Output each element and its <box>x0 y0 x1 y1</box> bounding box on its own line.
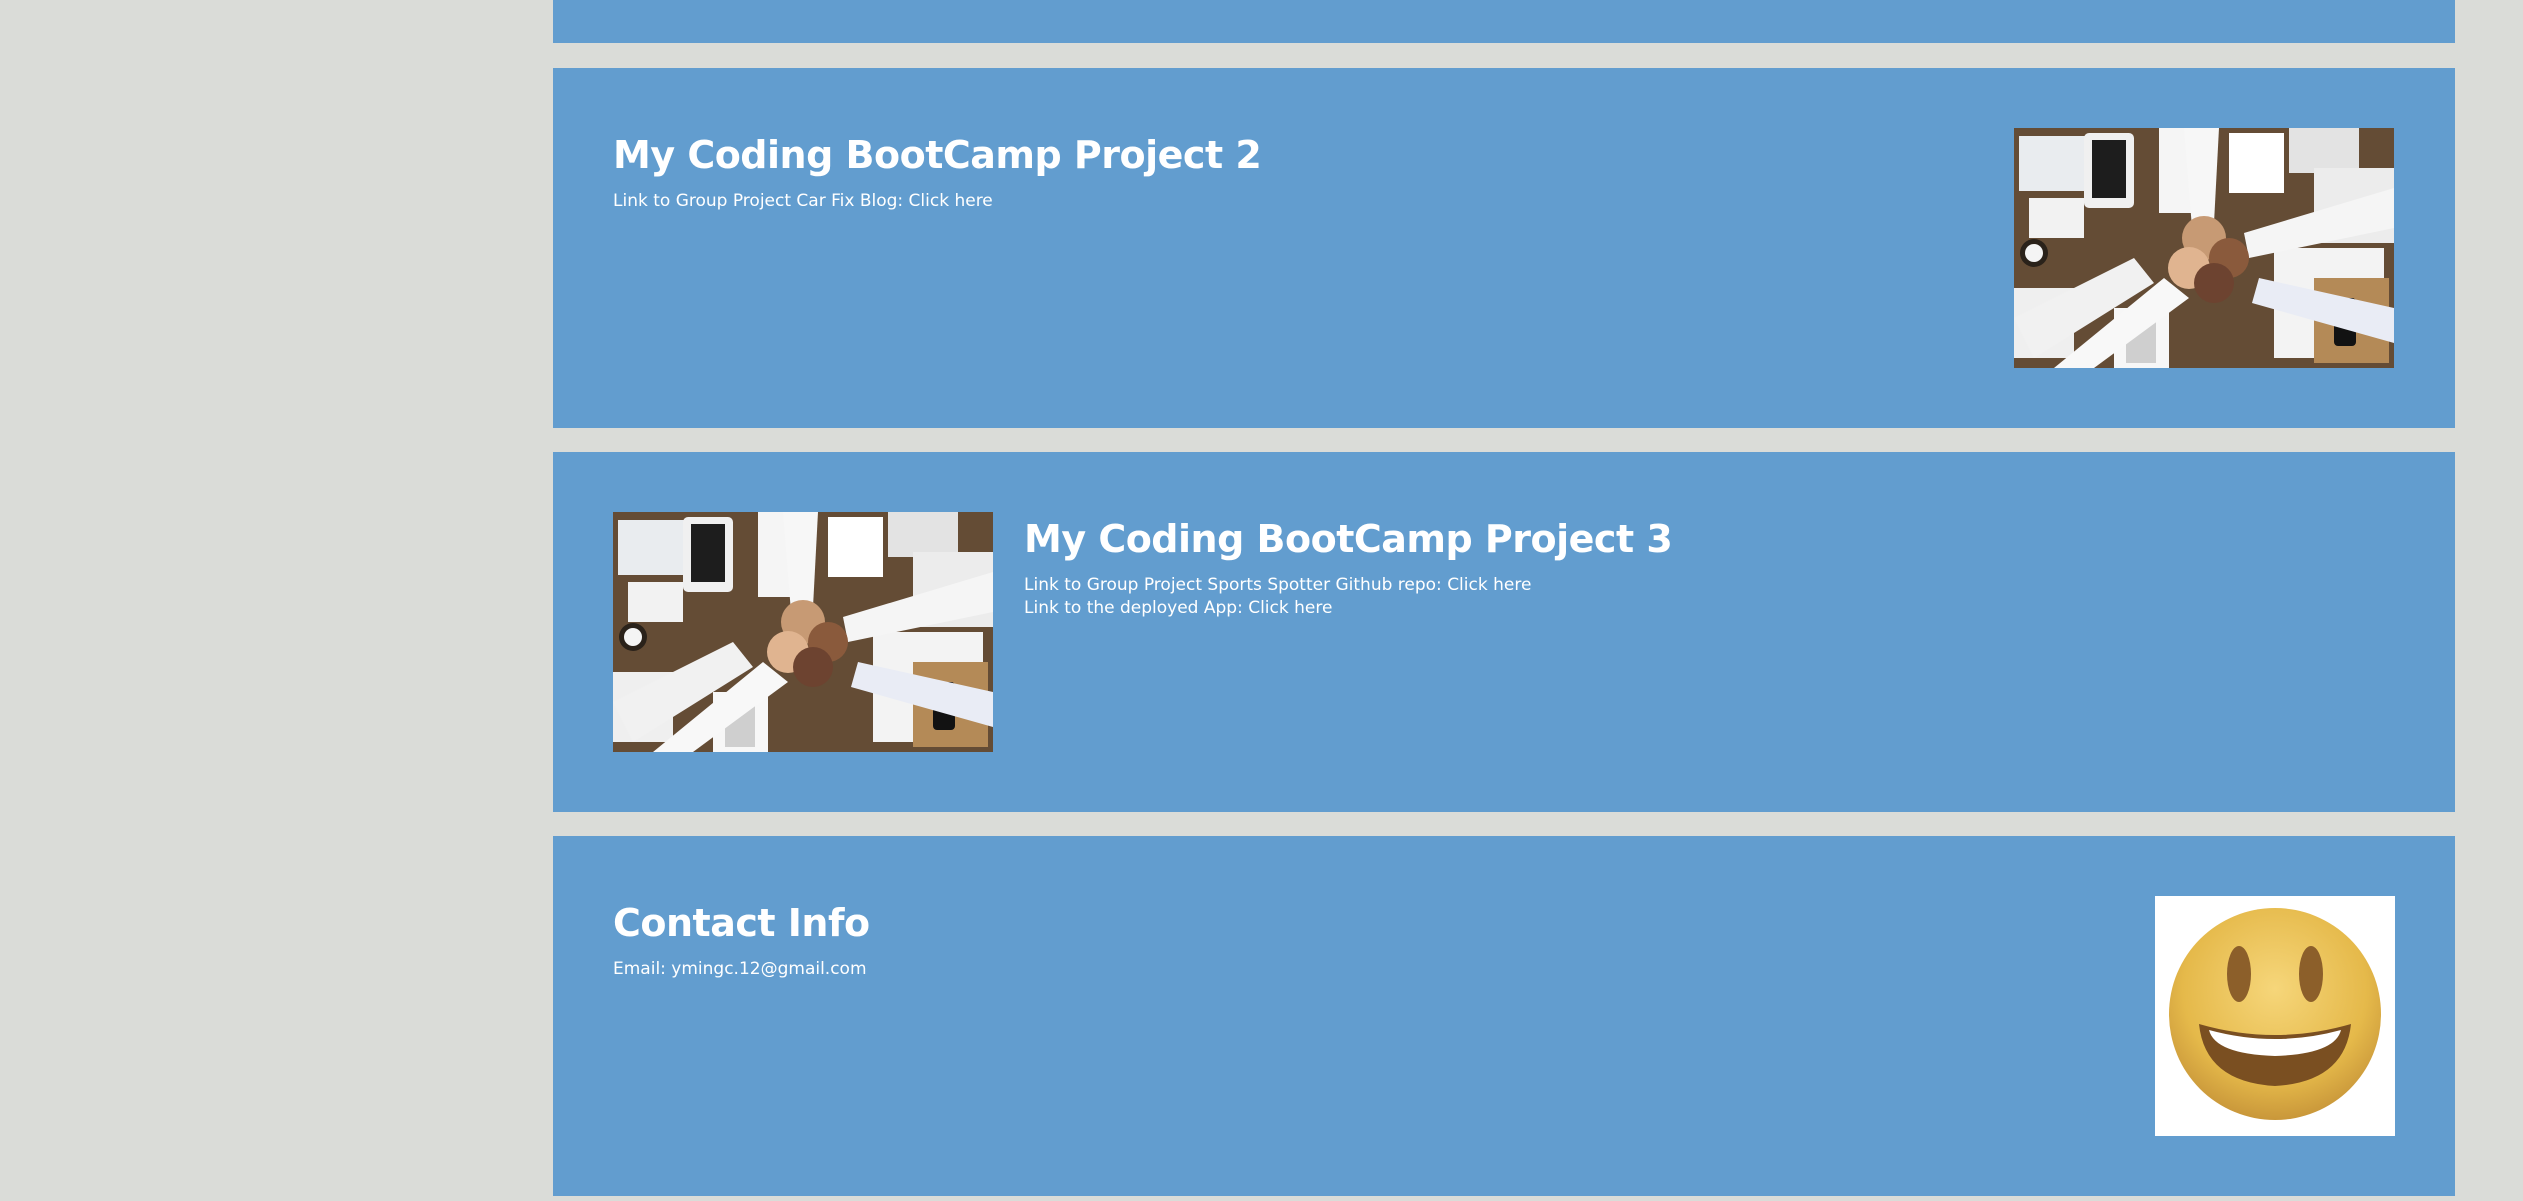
project-3-app-label: Link to the deployed App: <box>1024 598 1249 618</box>
project-2-card: My Coding BootCamp Project 2 Link to Gro… <box>553 68 2455 428</box>
project-3-app-link[interactable]: Click here <box>1248 598 1332 618</box>
project-3-title: My Coding BootCamp Project 3 <box>1024 517 1673 561</box>
contact-card: Contact Info Email: ymingc.12@gmail.com <box>553 836 2455 1196</box>
project-2-content: My Coding BootCamp Project 2 Link to Gro… <box>613 132 1262 213</box>
contact-title: Contact Info <box>613 901 870 945</box>
project-2-title: My Coding BootCamp Project 2 <box>613 133 1262 177</box>
project-3-repo-label: Link to Group Project Sports Spotter Git… <box>1024 575 1448 595</box>
project-2-blog-link[interactable]: Click here <box>909 191 993 211</box>
project-3-links: Link to Group Project Sports Spotter Git… <box>1024 574 1672 620</box>
project-2-link-label: Link to Group Project Car Fix Blog: <box>613 191 909 211</box>
teamwork-photo <box>2014 128 2394 368</box>
previous-section-panel <box>553 0 2455 43</box>
contact-email-link[interactable]: ymingc.12@gmail.com <box>671 959 866 979</box>
project-3-content: My Coding BootCamp Project 3 Link to Gro… <box>1024 516 1673 620</box>
smiley-icon <box>2155 896 2395 1136</box>
contact-email-line: Email: ymingc.12@gmail.com <box>613 958 870 981</box>
teamwork-photo-graphic <box>2014 128 2394 368</box>
project-3-card: My Coding BootCamp Project 3 Link to Gro… <box>553 452 2455 812</box>
smiley-face-graphic <box>2169 908 2381 1120</box>
teamwork-photo <box>613 512 993 752</box>
project-3-repo-line: Link to Group Project Sports Spotter Git… <box>1024 574 1672 597</box>
project-3-app-line: Link to the deployed App: Click here <box>1024 597 1672 620</box>
teamwork-photo-graphic <box>613 512 993 752</box>
contact-content: Contact Info Email: ymingc.12@gmail.com <box>613 900 870 981</box>
project-3-repo-link[interactable]: Click here <box>1447 575 1531 595</box>
contact-email-label: Email: <box>613 959 672 979</box>
project-2-link-line: Link to Group Project Car Fix Blog: Clic… <box>613 190 1261 213</box>
